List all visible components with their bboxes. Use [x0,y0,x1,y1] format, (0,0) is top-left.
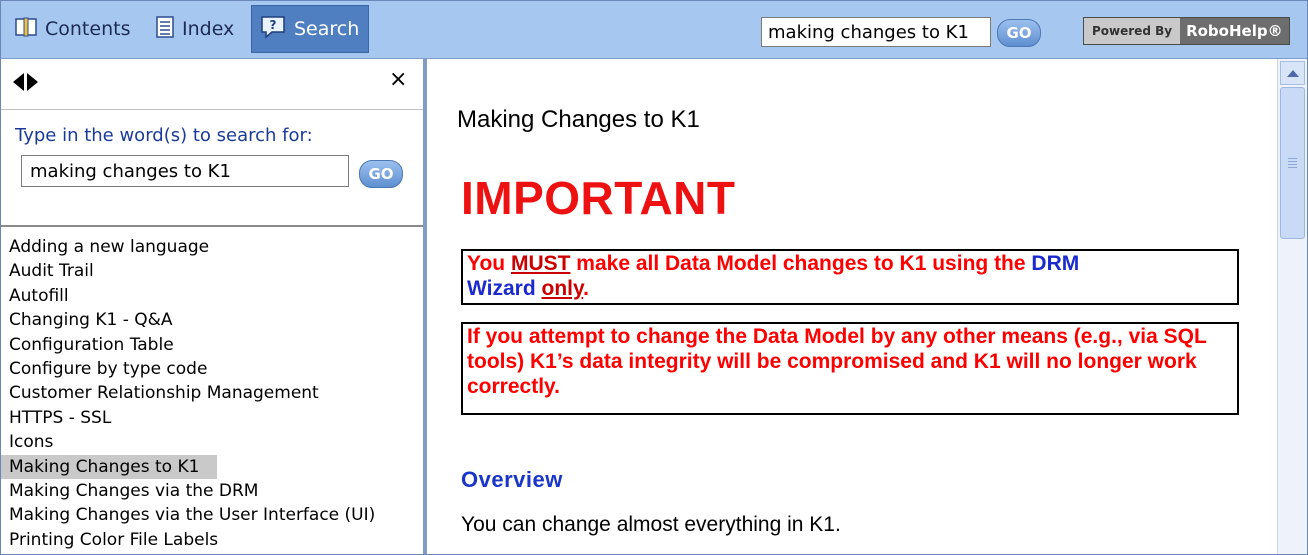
box1-must: MUST [510,252,571,275]
chevron-up-icon [1286,69,1299,77]
search-result-item[interactable]: Changing K1 - Q&A [1,308,423,332]
content-scrollbar[interactable] [1277,59,1307,554]
scroll-thumb[interactable] [1280,87,1305,239]
back-arrow-icon[interactable] [13,73,24,91]
search-result-item[interactable]: Making Changes to K1 [1,454,217,479]
tab-contents-label: Contents [45,18,131,40]
tab-index[interactable]: Index [156,5,234,53]
top-toolbar: Contents Index ? Search GO Powered By Ro… [1,1,1307,59]
robohelp-label: RoboHelp® [1180,18,1289,44]
help-window: Contents Index ? Search GO Powered By Ro… [0,0,1308,555]
tab-search[interactable]: ? Search [251,5,369,53]
box1-text-1: You [467,252,511,275]
search-result-item[interactable]: Making Changes via the DRM [1,479,423,503]
warning-box-must: You MUST make all Data Model changes to … [461,249,1239,305]
overview-text: You can change almost everything in K1. [461,513,841,536]
important-heading: IMPORTANT [461,172,736,224]
search-result-item[interactable]: Icons [1,430,423,454]
search-result-item[interactable]: Printing Color File Labels [1,528,423,552]
tab-search-label: Search [294,18,360,40]
search-result-item[interactable]: Configuration Table [1,333,423,357]
scroll-grip-icon [1288,158,1297,159]
search-result-item[interactable]: Autofill [1,284,423,308]
search-prompt-label: Type in the word(s) to search for: [15,125,313,146]
powered-by-label: Powered By [1084,18,1181,44]
left-search-input[interactable] [21,155,349,187]
warning-box-integrity: If you attempt to change the Data Model … [461,322,1239,415]
left-search-pane: × Type in the word(s) to search for: GO … [1,59,427,554]
search-results-list: Adding a new language Audit Trail Autofill… [1,235,423,552]
left-go-button[interactable]: GO [359,160,403,188]
box1-text-2: make all Data Model changes to K1 using … [570,252,1032,275]
close-pane-button[interactable]: × [389,67,407,92]
search-result-item[interactable]: Audit Trail [1,259,423,283]
search-result-item[interactable]: Configure by type code [1,357,423,381]
pane-nav-bar: × [1,59,423,110]
top-go-button[interactable]: GO [997,19,1041,47]
search-result-item[interactable]: HTTPS - SSL [1,406,423,430]
svg-text:?: ? [270,18,277,32]
forward-arrow-icon[interactable] [27,73,38,91]
tab-index-label: Index [182,18,235,40]
tab-contents[interactable]: Contents [15,5,130,53]
box1-drm-link[interactable]: DRM [1031,252,1079,275]
powered-by-robohelp-badge[interactable]: Powered By RoboHelp® [1083,17,1290,45]
scroll-up-button[interactable] [1280,61,1305,85]
search-help-icon: ? [260,15,286,44]
top-search-input[interactable] [761,17,991,47]
box1-only: only [541,277,584,300]
search-result-item[interactable]: Adding a new language [1,235,423,259]
search-result-item[interactable]: Making Changes via the User Interface (U… [1,503,423,527]
book-icon [15,16,37,43]
index-list-icon [156,15,174,43]
pane-divider [1,225,423,227]
box1-wizard-link[interactable]: Wizard [467,277,536,300]
box1-period: . [583,277,589,300]
topic-content-pane: Making Changes to K1 IMPORTANT You MUST … [427,59,1277,554]
overview-heading: Overview [461,467,563,492]
topic-title: Making Changes to K1 [457,106,700,133]
search-result-item[interactable]: Customer Relationship Management [1,381,423,405]
